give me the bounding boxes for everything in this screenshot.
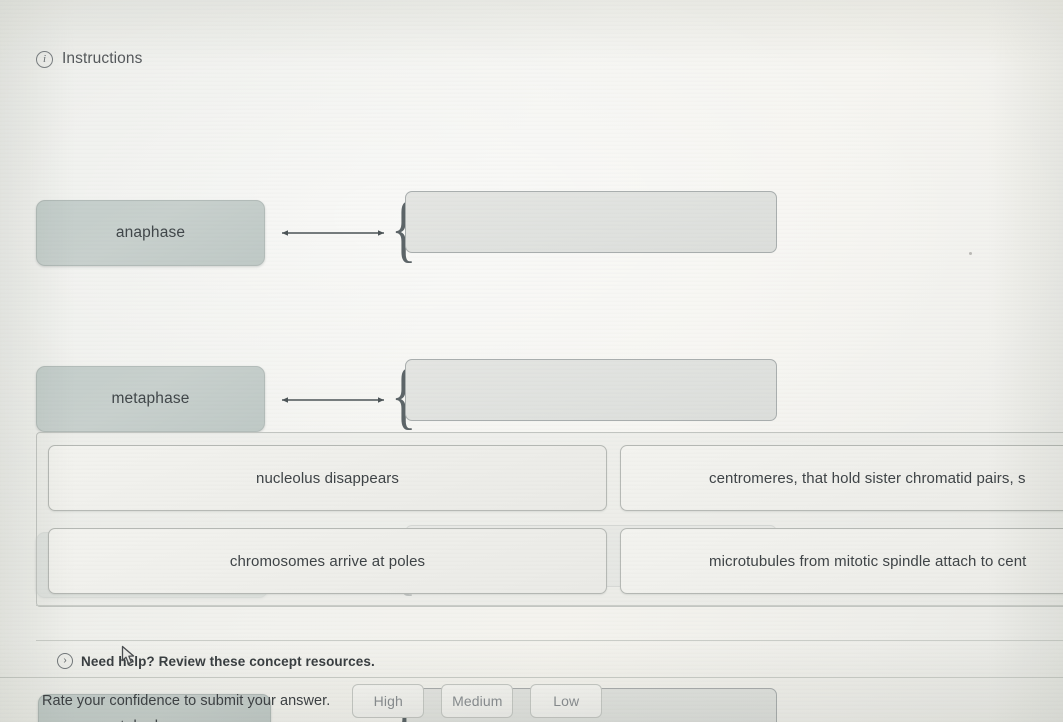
answer-bank: nucleolus disappears centromeres, that h…: [36, 432, 1063, 607]
divider-above-help: [36, 605, 1063, 606]
answer-option-microtubules[interactable]: microtubules from mitotic spindle attach…: [620, 528, 1063, 594]
instructions-label: Instructions: [62, 50, 143, 67]
confidence-button-medium[interactable]: Medium: [441, 684, 514, 718]
confidence-button-label: High: [373, 693, 403, 709]
phase-chip-label: metaphase: [111, 390, 190, 407]
info-circle-icon: i: [36, 50, 53, 68]
help-resources-link[interactable]: › Need help? Review these concept resour…: [57, 653, 375, 669]
answer-option-centromeres[interactable]: centromeres, that hold sister chromatid …: [620, 445, 1063, 511]
help-resources-label: Need help? Review these concept resource…: [81, 653, 375, 669]
confidence-rating-row: Rate your confidence to submit your answ…: [42, 684, 619, 718]
confidence-button-label: Low: [553, 693, 580, 709]
confidence-prompt: Rate your confidence to submit your answ…: [42, 693, 331, 709]
double-headed-arrow-icon: [277, 227, 389, 239]
drop-slot-anaphase[interactable]: [405, 191, 777, 253]
phase-chip-metaphase[interactable]: metaphase: [36, 366, 265, 432]
double-headed-arrow-icon: [277, 394, 389, 406]
sensor-speck: [969, 252, 972, 255]
confidence-button-label: Medium: [452, 693, 503, 709]
answer-option-label: chromosomes arrive at poles: [229, 552, 426, 570]
confidence-button-low[interactable]: Low: [530, 684, 603, 718]
answer-option-label: nucleolus disappears: [256, 469, 399, 487]
divider-help-top: [36, 640, 1063, 641]
answer-option-chromosomes-arrive-at-poles[interactable]: chromosomes arrive at poles: [48, 528, 607, 594]
phase-chip-anaphase[interactable]: anaphase: [36, 200, 265, 266]
instructions-header[interactable]: i Instructions: [36, 50, 142, 68]
quiz-screen: i Instructions anaphase { metaphase {nu…: [0, 0, 1063, 722]
chevron-right-circle-icon: ›: [57, 653, 73, 669]
divider-help-bottom: [0, 677, 1063, 678]
answer-option-label: centromeres, that hold sister chromatid …: [709, 469, 1026, 487]
phase-chip-label: anaphase: [115, 224, 186, 241]
drop-slot-metaphase[interactable]: [405, 359, 777, 421]
answer-option-nucleolus-disappears[interactable]: nucleolus disappears: [48, 445, 607, 511]
answer-option-label: microtubules from mitotic spindle attach…: [709, 552, 1027, 570]
phase-chip-label: telophase: [120, 718, 189, 722]
confidence-button-high[interactable]: High: [352, 684, 425, 718]
